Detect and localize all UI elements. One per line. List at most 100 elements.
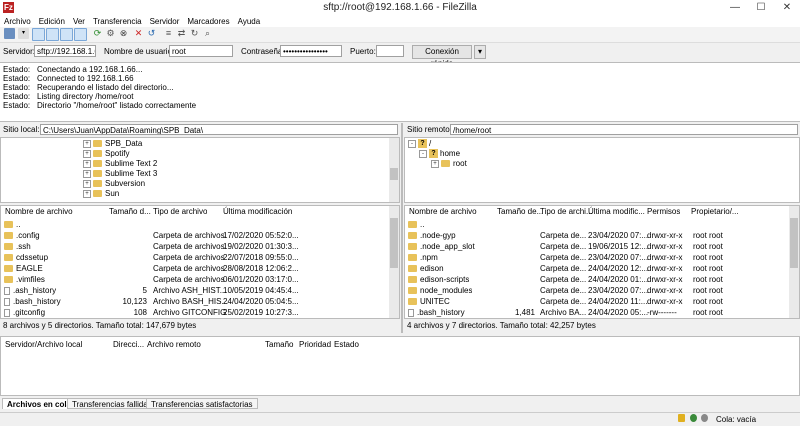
queue-header-direction[interactable]: Direcci... (113, 340, 144, 349)
tree-item[interactable]: + Spotify (83, 149, 129, 159)
pane-splitter[interactable] (401, 123, 403, 333)
queue-status-text: Cola: vacía (716, 415, 757, 424)
expand-icon[interactable]: + (83, 139, 91, 148)
folder-icon (441, 160, 450, 168)
filter-icon[interactable]: ≡ (163, 28, 174, 39)
toggle-queue-icon[interactable] (74, 28, 87, 41)
expand-icon[interactable]: + (83, 149, 91, 158)
queue-header-size[interactable]: Tamaño (265, 340, 293, 349)
col-header-owner[interactable]: Propietario/... (691, 206, 739, 218)
transfer-queue[interactable]: Servidor/Archivo local Direcci... Archiv… (0, 336, 800, 396)
menu-transferencia[interactable]: Transferencia (89, 16, 146, 27)
collapse-icon[interactable]: - (419, 149, 427, 158)
remote-site-label: Sitio remoto: (407, 125, 452, 134)
local-file-list[interactable]: Nombre de archivo Tamaño d... Tipo de ar… (0, 205, 400, 319)
search-icon[interactable]: ⌕ (202, 28, 213, 39)
toggle-log-icon[interactable] (32, 28, 45, 41)
expand-icon[interactable]: + (431, 159, 439, 168)
folder-icon (408, 243, 417, 251)
expand-icon[interactable]: + (83, 169, 91, 178)
queue-header-priority[interactable]: Prioridad (299, 340, 331, 349)
remote-path-input[interactable]: /home/root (450, 124, 798, 135)
username-input[interactable]: root (169, 45, 233, 57)
password-input[interactable]: •••••••••••••••• (280, 45, 342, 57)
menu-edicion[interactable]: Edición (35, 16, 69, 27)
maximize-button[interactable]: ☐ (748, 0, 774, 16)
menu-archivo[interactable]: Archivo (0, 16, 35, 27)
port-input[interactable] (376, 45, 404, 57)
reconnect-icon[interactable]: ↺ (146, 28, 157, 39)
close-button[interactable]: ✕ (774, 0, 800, 16)
tree-item[interactable]: -? / (408, 139, 431, 149)
collapse-icon[interactable]: - (408, 139, 416, 148)
tree-item[interactable]: + Subversion (83, 179, 145, 189)
sync-browse-icon[interactable]: ↻ (189, 28, 200, 39)
folder-icon (408, 287, 417, 295)
toolbar: ▾ ⟳ ⚙ ⊗ ✕ ↺ ≡ ⇄ ↻ ⌕ (0, 27, 800, 43)
col-header-permissions[interactable]: Permisos (647, 206, 680, 218)
tree-item[interactable]: + SPB_Data (83, 139, 142, 149)
menu-servidor[interactable]: Servidor (146, 16, 184, 27)
tree-item[interactable]: + Sublime Text 2 (83, 159, 157, 169)
queue-header-local[interactable]: Servidor/Archivo local (5, 340, 82, 349)
col-header-modified[interactable]: Última modificación (223, 206, 292, 218)
compare-icon[interactable]: ⇄ (176, 28, 187, 39)
col-header-type[interactable]: Tipo de archivo (153, 206, 207, 218)
folder-icon (408, 221, 417, 229)
col-header-modified[interactable]: Última modific... (588, 206, 645, 218)
quickconnect-dropdown-icon[interactable]: ▾ (474, 45, 486, 59)
toggle-remote-tree-icon[interactable] (60, 28, 73, 41)
process-queue-icon[interactable]: ⚙ (105, 28, 116, 39)
remote-list-scrollbar[interactable] (789, 206, 799, 318)
refresh-icon[interactable]: ⟳ (92, 28, 103, 39)
menu-marcadores[interactable]: Marcadores (183, 16, 233, 27)
remote-file-list[interactable]: Nombre de archivo Tamaño de... Tipo de a… (404, 205, 800, 319)
disconnect-icon[interactable]: ✕ (133, 28, 144, 39)
file-icon (4, 286, 10, 295)
site-manager-icon[interactable] (4, 28, 15, 39)
col-header-name[interactable]: Nombre de archivo (409, 206, 477, 218)
menu-ver[interactable]: Ver (69, 16, 89, 27)
tree-item[interactable]: -? home (419, 149, 460, 159)
quickconnect-button[interactable]: Conexión rápida (412, 45, 472, 68)
message-log[interactable]: Estado: Conectando a 192.168.1.66... Esta… (0, 62, 800, 122)
menu-ayuda[interactable]: Ayuda (234, 16, 265, 27)
lock-icon (678, 414, 685, 422)
local-tree-scrollbar[interactable] (389, 138, 399, 202)
expand-icon[interactable]: + (83, 159, 91, 168)
port-label: Puerto: (350, 47, 376, 56)
col-header-size[interactable]: Tamaño d... (109, 206, 151, 218)
unknown-folder-icon: ? (418, 139, 427, 149)
minimize-button[interactable]: — (722, 0, 748, 16)
local-list-scrollbar[interactable] (389, 206, 399, 318)
tree-item[interactable]: + Sublime Text 3 (83, 169, 157, 179)
remote-directory-tree[interactable]: -? / -? home + root (404, 137, 800, 203)
tree-item[interactable]: + Sun (83, 189, 119, 199)
col-header-size[interactable]: Tamaño de... (497, 206, 543, 218)
password-label: Contraseña: (241, 47, 285, 56)
tab-successful-transfers[interactable]: Transferencias satisfactorias (146, 398, 258, 409)
cancel-icon[interactable]: ⊗ (118, 28, 129, 39)
quickconnect-bar: Servidor: sftp://192.168.1.66 Nombre de … (0, 43, 800, 68)
local-path-input[interactable]: C:\Users\Juan\AppData\Roaming\SPB_Data\ (40, 124, 398, 135)
server-input[interactable]: sftp://192.168.1.66 (34, 45, 96, 57)
folder-icon (408, 232, 417, 240)
folder-icon (408, 298, 417, 306)
expand-icon[interactable]: + (83, 179, 91, 188)
folder-icon (4, 254, 13, 262)
tab-failed-transfers[interactable]: Transferencias fallidas (67, 398, 157, 409)
tree-item[interactable]: + root (431, 159, 467, 169)
col-header-name[interactable]: Nombre de archivo (5, 206, 73, 218)
folder-icon (93, 160, 102, 168)
site-manager-dropdown-icon[interactable]: ▾ (18, 28, 29, 39)
queue-header-remote[interactable]: Archivo remoto (147, 340, 201, 349)
expand-icon[interactable]: + (83, 189, 91, 198)
log-line: Estado: Directorio "/home/root" listado c… (3, 101, 197, 110)
local-directory-tree[interactable]: + SPB_Data + Spotify + Sublime Text 2 + Subl… (0, 137, 400, 203)
toggle-local-tree-icon[interactable] (46, 28, 59, 41)
folder-icon (4, 265, 13, 273)
folder-icon (4, 243, 13, 251)
tab-queued-files[interactable]: Archivos en cola (2, 398, 77, 409)
queue-header-status[interactable]: Estado (334, 340, 359, 349)
col-header-type[interactable]: Tipo de archi... (540, 206, 593, 218)
